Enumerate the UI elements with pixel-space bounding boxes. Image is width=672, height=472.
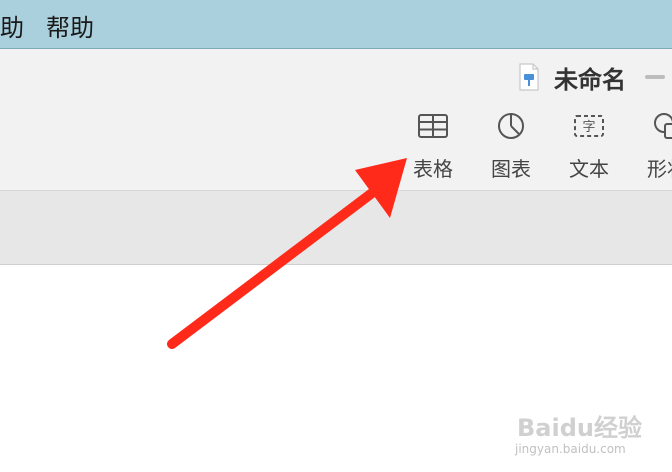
menu-item-help[interactable]: 帮助 [46,8,94,43]
toolbar-text-button[interactable]: 字 文本 [557,109,621,189]
table-icon [418,114,448,138]
format-bar [0,191,672,265]
watermark-url: jingyan.baidu.com [515,442,626,456]
watermark-brand: Baidu经验 [517,414,642,442]
chart-icon [498,113,524,139]
toolbar: 未命名 表格 图表 字 文本 形状 [0,49,672,191]
shape-icon [654,113,672,139]
toolbar-chart-button[interactable]: 图表 [479,109,543,189]
text-icon: 字 [574,115,604,137]
toolbar-chart-label: 图表 [491,157,531,181]
document-title: 未命名 [554,65,626,94]
toolbar-table-label: 表格 [413,157,453,181]
toolbar-shape-button[interactable]: 形状 [635,109,672,189]
menu-bar: 助 帮助 [0,0,672,49]
document-icon [519,63,539,91]
toolbar-shape-label: 形状 [647,157,672,181]
toolbar-table-button[interactable]: 表格 [401,109,465,189]
toolbar-text-label: 文本 [569,157,609,181]
baidu-watermark: Baidu经验 jingyan.baidu.com [515,400,665,460]
minimize-indicator[interactable] [645,75,665,79]
menu-item-partial[interactable]: 助 [0,8,24,43]
document-title-area: 未命名 [518,61,626,94]
svg-text:字: 字 [582,120,595,135]
